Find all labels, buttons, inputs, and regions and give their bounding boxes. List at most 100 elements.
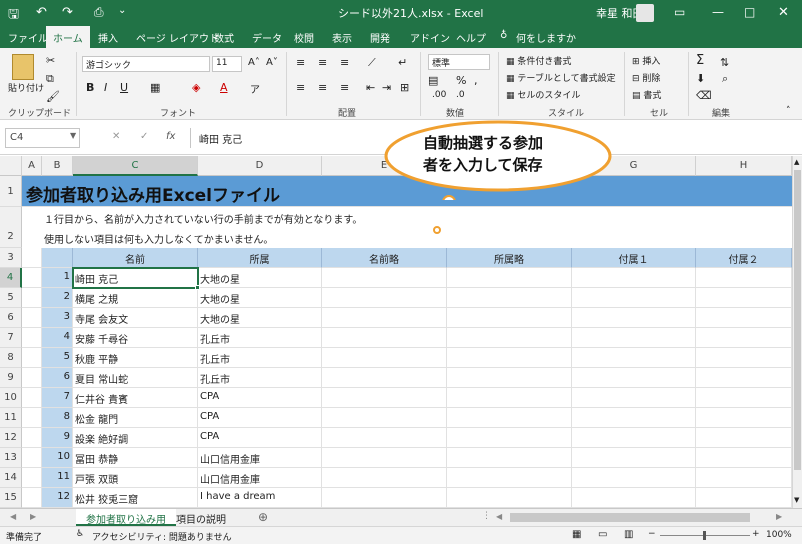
org-cell[interactable]: 大地の星 [198,308,322,328]
row-header[interactable]: 11 [0,408,22,428]
row-header[interactable]: 15 [0,488,22,508]
org-cell[interactable]: I have a dream [198,488,322,508]
cell[interactable] [696,448,792,468]
column-header[interactable]: D [198,156,322,176]
column-header[interactable]: A [22,156,42,176]
increase-decimal-icon[interactable]: .00 [432,90,446,100]
cell[interactable] [322,308,447,328]
name-cell[interactable]: 戸張 双頭 [73,468,198,488]
name-box[interactable]: C4 [5,128,80,148]
cell[interactable] [322,288,447,308]
column-title-extra-2[interactable]: 付属２ [696,248,792,268]
avatar[interactable] [636,4,654,22]
cut-icon[interactable]: ✂ [46,54,55,67]
cell[interactable] [322,408,447,428]
tab-view[interactable]: 表示 [332,30,352,45]
bold-icon[interactable]: B [86,81,94,94]
row-number-cell[interactable]: 3 [42,308,73,328]
ribbon-display-icon[interactable]: ▭ [674,5,685,19]
cell-style-button[interactable]: ▦ セルのスタイル [506,88,580,101]
cell[interactable] [22,288,42,308]
cell[interactable] [696,268,792,288]
print-preview-icon[interactable]: ⎙ [94,5,104,20]
tab-addins[interactable]: アドイン [410,30,450,45]
cell[interactable] [696,308,792,328]
name-cell[interactable]: 寺尾 会友文 [73,308,198,328]
scroll-thumb[interactable] [794,170,801,470]
row-number-cell[interactable]: 10 [42,448,73,468]
row-header[interactable]: 10 [0,388,22,408]
tab-page-layout[interactable]: ページ レイアウト [136,30,219,45]
percent-icon[interactable]: % [456,74,466,87]
cell[interactable] [322,328,447,348]
paste-icon[interactable] [12,54,34,80]
border-icon[interactable]: ▦ [150,81,160,94]
row-number-cell[interactable]: 12 [42,488,73,508]
fill-handle[interactable] [195,285,200,290]
zoom-level[interactable]: 100% [766,530,792,540]
scroll-up-icon[interactable]: ▲ [794,158,799,166]
tab-review[interactable]: 校閲 [294,30,314,45]
row-header[interactable]: 14 [0,468,22,488]
enter-icon[interactable]: ✓ [140,131,148,142]
scroll-left-icon[interactable]: ◀ [496,512,502,521]
font-size-select[interactable]: 11 [212,56,242,72]
tab-help[interactable]: ヘルプ [456,30,486,45]
tab-formulas[interactable]: 数式 [214,30,234,45]
delete-cells-button[interactable]: ⊟ 削除 [632,71,660,84]
cell[interactable] [447,368,572,388]
merge-center-icon[interactable]: ⊞ [400,81,409,94]
italic-icon[interactable]: I [104,81,107,94]
row-number-cell[interactable]: 4 [42,328,73,348]
cell[interactable] [22,308,42,328]
name-cell[interactable]: 仁井谷 貴賓 [73,388,198,408]
close-icon[interactable]: ✕ [778,5,789,20]
collapse-ribbon-icon[interactable]: ˄ [786,106,791,116]
cell[interactable] [22,348,42,368]
insert-function-icon[interactable]: fx [166,131,175,142]
cell[interactable] [22,368,42,388]
align-center-icon[interactable]: ≡ [318,81,327,94]
row-number-cell[interactable]: 9 [42,428,73,448]
column-header[interactable]: H [696,156,792,176]
add-sheet-icon[interactable]: ⊕ [258,510,268,524]
select-all[interactable] [0,156,22,176]
cell[interactable] [22,268,42,288]
name-cell[interactable]: 松金 龍門 [73,408,198,428]
row-number-cell[interactable]: 11 [42,468,73,488]
cell[interactable] [572,268,696,288]
normal-view-icon[interactable]: ▦ [572,529,581,540]
org-cell[interactable]: 孔丘市 [198,348,322,368]
decrease-indent-icon[interactable]: ⇤ [366,81,375,94]
cell[interactable] [572,428,696,448]
org-cell[interactable]: 孔丘市 [198,328,322,348]
sheet-tab-description[interactable]: 項目の説明 [176,511,226,526]
cell[interactable] [322,388,447,408]
minimize-icon[interactable]: — [712,5,724,19]
cell[interactable] [22,448,42,468]
table-format-button[interactable]: ▦ テーブルとして書式設定 [506,71,616,84]
row-number-cell[interactable]: 2 [42,288,73,308]
cell[interactable] [42,248,73,268]
cell[interactable] [22,488,42,508]
grow-font-icon[interactable]: A˄ [248,57,260,68]
column-title-extra-1[interactable]: 付属１ [572,248,696,268]
row-number-cell[interactable]: 1 [42,268,73,288]
tab-developer[interactable]: 開発 [370,30,390,45]
tab-insert[interactable]: 挿入 [98,30,118,45]
cell[interactable] [447,388,572,408]
name-cell[interactable]: 松井 狡兎三窟 [73,488,198,508]
page-layout-view-icon[interactable]: ▭ [598,529,607,540]
cell[interactable] [696,488,792,508]
cell[interactable] [572,368,696,388]
row-header[interactable]: 9 [0,368,22,388]
find-icon[interactable]: ⌕ [722,72,728,86]
zoom-out-icon[interactable]: − [648,529,656,539]
row-header[interactable]: 8 [0,348,22,368]
customize-qat-icon[interactable]: ⌄ [118,5,126,16]
accessibility-status[interactable]: アクセシビリティ: 問題ありません [92,530,232,543]
accessibility-icon[interactable]: ♿ [76,529,84,539]
sheet-title[interactable]: 参加者取り込み用Excelファイル [26,181,280,206]
comma-icon[interactable]: , [474,74,478,87]
cell[interactable] [22,388,42,408]
